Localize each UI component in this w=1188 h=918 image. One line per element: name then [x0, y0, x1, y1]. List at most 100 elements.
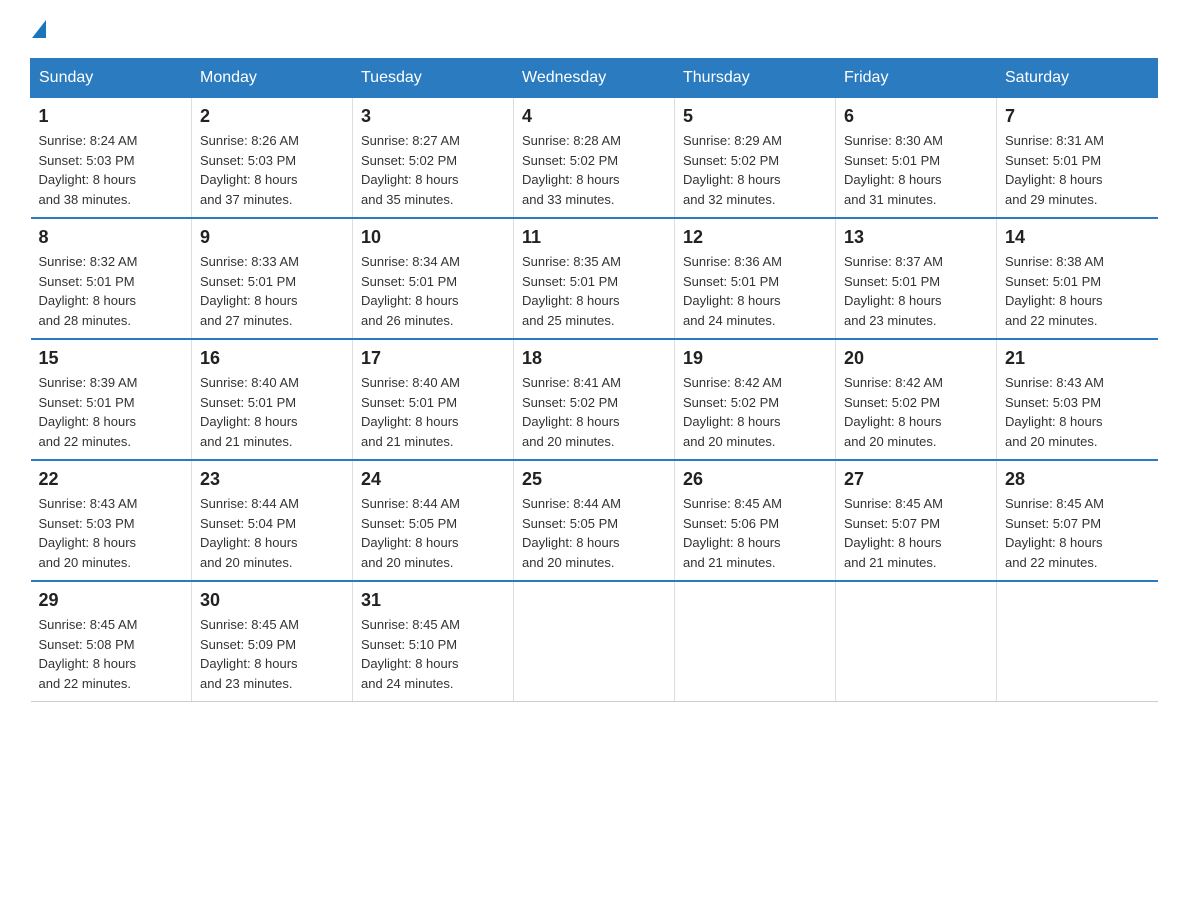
page-header [30, 20, 1158, 38]
day-info: Sunrise: 8:42 AMSunset: 5:02 PMDaylight:… [683, 373, 827, 451]
calendar-cell: 24 Sunrise: 8:44 AMSunset: 5:05 PMDaylig… [353, 460, 514, 581]
calendar-cell [836, 581, 997, 702]
day-info: Sunrise: 8:24 AMSunset: 5:03 PMDaylight:… [39, 131, 184, 209]
day-info: Sunrise: 8:43 AMSunset: 5:03 PMDaylight:… [39, 494, 184, 572]
weekday-header-friday: Friday [836, 59, 997, 98]
day-number: 27 [844, 469, 988, 490]
day-number: 4 [522, 106, 666, 127]
day-number: 14 [1005, 227, 1150, 248]
weekday-header-wednesday: Wednesday [514, 59, 675, 98]
day-info: Sunrise: 8:32 AMSunset: 5:01 PMDaylight:… [39, 252, 184, 330]
day-info: Sunrise: 8:44 AMSunset: 5:04 PMDaylight:… [200, 494, 344, 572]
day-info: Sunrise: 8:28 AMSunset: 5:02 PMDaylight:… [522, 131, 666, 209]
calendar-cell: 11 Sunrise: 8:35 AMSunset: 5:01 PMDaylig… [514, 218, 675, 339]
day-number: 15 [39, 348, 184, 369]
calendar-cell: 28 Sunrise: 8:45 AMSunset: 5:07 PMDaylig… [997, 460, 1158, 581]
calendar-cell: 18 Sunrise: 8:41 AMSunset: 5:02 PMDaylig… [514, 339, 675, 460]
calendar-week-row: 29 Sunrise: 8:45 AMSunset: 5:08 PMDaylig… [31, 581, 1158, 702]
day-number: 9 [200, 227, 344, 248]
calendar-cell: 19 Sunrise: 8:42 AMSunset: 5:02 PMDaylig… [675, 339, 836, 460]
day-number: 17 [361, 348, 505, 369]
calendar-cell: 2 Sunrise: 8:26 AMSunset: 5:03 PMDayligh… [192, 98, 353, 219]
day-number: 8 [39, 227, 184, 248]
calendar-cell: 31 Sunrise: 8:45 AMSunset: 5:10 PMDaylig… [353, 581, 514, 702]
weekday-header-tuesday: Tuesday [353, 59, 514, 98]
day-number: 31 [361, 590, 505, 611]
day-number: 16 [200, 348, 344, 369]
calendar-cell: 8 Sunrise: 8:32 AMSunset: 5:01 PMDayligh… [31, 218, 192, 339]
day-info: Sunrise: 8:40 AMSunset: 5:01 PMDaylight:… [200, 373, 344, 451]
calendar-cell: 5 Sunrise: 8:29 AMSunset: 5:02 PMDayligh… [675, 98, 836, 219]
day-info: Sunrise: 8:29 AMSunset: 5:02 PMDaylight:… [683, 131, 827, 209]
calendar-cell: 17 Sunrise: 8:40 AMSunset: 5:01 PMDaylig… [353, 339, 514, 460]
calendar-cell [997, 581, 1158, 702]
calendar-cell [514, 581, 675, 702]
day-info: Sunrise: 8:33 AMSunset: 5:01 PMDaylight:… [200, 252, 344, 330]
weekday-header-sunday: Sunday [31, 59, 192, 98]
day-info: Sunrise: 8:45 AMSunset: 5:07 PMDaylight:… [1005, 494, 1150, 572]
weekday-header-row: SundayMondayTuesdayWednesdayThursdayFrid… [31, 59, 1158, 98]
day-number: 10 [361, 227, 505, 248]
day-info: Sunrise: 8:45 AMSunset: 5:06 PMDaylight:… [683, 494, 827, 572]
calendar-cell: 13 Sunrise: 8:37 AMSunset: 5:01 PMDaylig… [836, 218, 997, 339]
day-number: 23 [200, 469, 344, 490]
day-number: 18 [522, 348, 666, 369]
calendar-cell: 1 Sunrise: 8:24 AMSunset: 5:03 PMDayligh… [31, 98, 192, 219]
day-info: Sunrise: 8:37 AMSunset: 5:01 PMDaylight:… [844, 252, 988, 330]
calendar-cell: 3 Sunrise: 8:27 AMSunset: 5:02 PMDayligh… [353, 98, 514, 219]
day-number: 7 [1005, 106, 1150, 127]
day-number: 25 [522, 469, 666, 490]
day-number: 6 [844, 106, 988, 127]
day-number: 26 [683, 469, 827, 490]
calendar-cell: 12 Sunrise: 8:36 AMSunset: 5:01 PMDaylig… [675, 218, 836, 339]
day-number: 12 [683, 227, 827, 248]
day-info: Sunrise: 8:36 AMSunset: 5:01 PMDaylight:… [683, 252, 827, 330]
calendar-week-row: 8 Sunrise: 8:32 AMSunset: 5:01 PMDayligh… [31, 218, 1158, 339]
calendar-table: SundayMondayTuesdayWednesdayThursdayFrid… [30, 58, 1158, 702]
calendar-cell: 4 Sunrise: 8:28 AMSunset: 5:02 PMDayligh… [514, 98, 675, 219]
day-number: 22 [39, 469, 184, 490]
calendar-cell: 30 Sunrise: 8:45 AMSunset: 5:09 PMDaylig… [192, 581, 353, 702]
day-number: 19 [683, 348, 827, 369]
calendar-cell [675, 581, 836, 702]
day-number: 2 [200, 106, 344, 127]
calendar-cell: 6 Sunrise: 8:30 AMSunset: 5:01 PMDayligh… [836, 98, 997, 219]
weekday-header-saturday: Saturday [997, 59, 1158, 98]
day-number: 21 [1005, 348, 1150, 369]
day-info: Sunrise: 8:42 AMSunset: 5:02 PMDaylight:… [844, 373, 988, 451]
calendar-cell: 14 Sunrise: 8:38 AMSunset: 5:01 PMDaylig… [997, 218, 1158, 339]
day-info: Sunrise: 8:41 AMSunset: 5:02 PMDaylight:… [522, 373, 666, 451]
day-number: 20 [844, 348, 988, 369]
calendar-cell: 29 Sunrise: 8:45 AMSunset: 5:08 PMDaylig… [31, 581, 192, 702]
day-info: Sunrise: 8:44 AMSunset: 5:05 PMDaylight:… [361, 494, 505, 572]
day-info: Sunrise: 8:38 AMSunset: 5:01 PMDaylight:… [1005, 252, 1150, 330]
day-number: 3 [361, 106, 505, 127]
day-number: 29 [39, 590, 184, 611]
day-info: Sunrise: 8:27 AMSunset: 5:02 PMDaylight:… [361, 131, 505, 209]
calendar-cell: 16 Sunrise: 8:40 AMSunset: 5:01 PMDaylig… [192, 339, 353, 460]
calendar-cell: 21 Sunrise: 8:43 AMSunset: 5:03 PMDaylig… [997, 339, 1158, 460]
day-info: Sunrise: 8:45 AMSunset: 5:09 PMDaylight:… [200, 615, 344, 693]
calendar-cell: 10 Sunrise: 8:34 AMSunset: 5:01 PMDaylig… [353, 218, 514, 339]
calendar-cell: 27 Sunrise: 8:45 AMSunset: 5:07 PMDaylig… [836, 460, 997, 581]
day-info: Sunrise: 8:44 AMSunset: 5:05 PMDaylight:… [522, 494, 666, 572]
day-info: Sunrise: 8:26 AMSunset: 5:03 PMDaylight:… [200, 131, 344, 209]
day-number: 13 [844, 227, 988, 248]
logo [30, 20, 48, 38]
calendar-cell: 25 Sunrise: 8:44 AMSunset: 5:05 PMDaylig… [514, 460, 675, 581]
calendar-cell: 23 Sunrise: 8:44 AMSunset: 5:04 PMDaylig… [192, 460, 353, 581]
day-info: Sunrise: 8:45 AMSunset: 5:08 PMDaylight:… [39, 615, 184, 693]
day-info: Sunrise: 8:34 AMSunset: 5:01 PMDaylight:… [361, 252, 505, 330]
day-info: Sunrise: 8:39 AMSunset: 5:01 PMDaylight:… [39, 373, 184, 451]
logo-triangle-icon [32, 20, 46, 38]
day-number: 1 [39, 106, 184, 127]
weekday-header-monday: Monday [192, 59, 353, 98]
calendar-week-row: 22 Sunrise: 8:43 AMSunset: 5:03 PMDaylig… [31, 460, 1158, 581]
calendar-cell: 20 Sunrise: 8:42 AMSunset: 5:02 PMDaylig… [836, 339, 997, 460]
calendar-cell: 22 Sunrise: 8:43 AMSunset: 5:03 PMDaylig… [31, 460, 192, 581]
day-info: Sunrise: 8:45 AMSunset: 5:07 PMDaylight:… [844, 494, 988, 572]
day-info: Sunrise: 8:45 AMSunset: 5:10 PMDaylight:… [361, 615, 505, 693]
day-info: Sunrise: 8:35 AMSunset: 5:01 PMDaylight:… [522, 252, 666, 330]
day-info: Sunrise: 8:30 AMSunset: 5:01 PMDaylight:… [844, 131, 988, 209]
day-info: Sunrise: 8:31 AMSunset: 5:01 PMDaylight:… [1005, 131, 1150, 209]
